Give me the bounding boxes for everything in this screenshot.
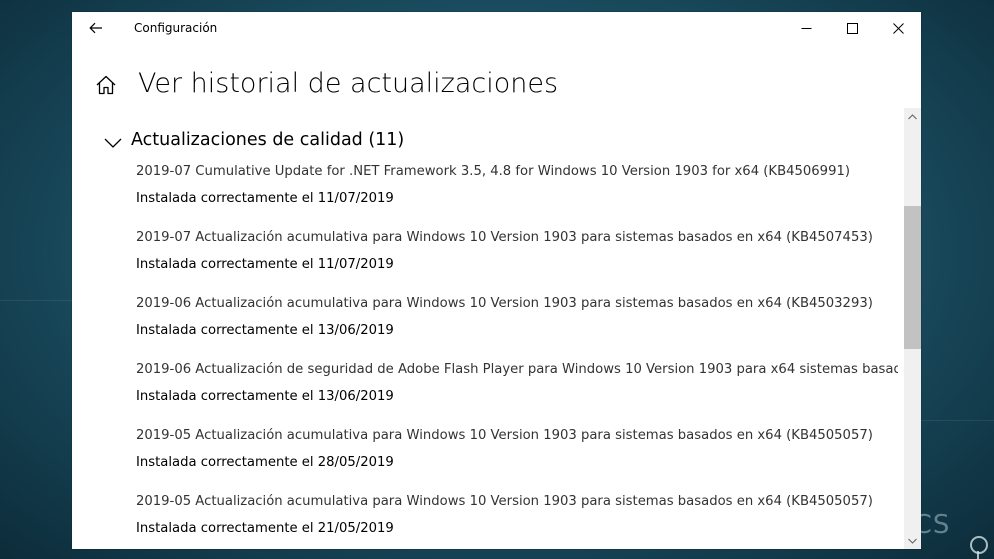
update-status: Instalada correctamente el 21/05/2019: [136, 521, 394, 536]
chevron-down-icon: [908, 538, 917, 544]
update-list: 2019-07 Cumulative Update for .NET Frame…: [136, 164, 898, 549]
close-button[interactable]: [875, 12, 921, 44]
scrollbar-thumb[interactable]: [904, 206, 921, 349]
list-item: 2019-06 Actualización de seguridad de Ad…: [136, 362, 898, 428]
maximize-icon: [846, 22, 858, 34]
minimize-button[interactable]: [783, 12, 829, 44]
back-button[interactable]: [82, 16, 110, 40]
update-status: Instalada correctamente el 13/06/2019: [136, 323, 394, 338]
update-name-link[interactable]: 2019-06 Actualización de seguridad de Ad…: [136, 362, 898, 377]
pin-icon-stem: [977, 551, 979, 559]
pin-icon: [970, 536, 988, 554]
update-name-link[interactable]: 2019-06 Actualización acumulativa para W…: [136, 296, 898, 311]
chevron-down-icon: [104, 138, 122, 148]
chevron-up-icon: [908, 113, 917, 119]
update-status: Instalada correctamente el 11/07/2019: [136, 191, 394, 206]
maximize-button[interactable]: [829, 12, 875, 44]
minimize-icon: [801, 27, 811, 29]
update-name-link[interactable]: 2019-05 Actualización acumulativa para W…: [136, 428, 898, 443]
scroll-up-button[interactable]: [904, 108, 921, 125]
list-item: 2019-07 Actualización acumulativa para W…: [136, 230, 898, 296]
section-title: Actualizaciones de calidad (11): [131, 130, 405, 150]
vertical-scrollbar[interactable]: [904, 108, 921, 549]
settings-window: Configuración Ver historial de actualiza…: [72, 12, 921, 549]
app-title: Configuración: [134, 21, 218, 35]
update-status: Instalada correctamente el 11/07/2019: [136, 257, 394, 272]
update-name-link[interactable]: 2019-07 Actualización acumulativa para W…: [136, 230, 898, 245]
desktop-background-line: [0, 300, 72, 301]
back-arrow-icon: [89, 22, 102, 34]
list-item: 2019-07 Cumulative Update for .NET Frame…: [136, 164, 898, 230]
update-name-link[interactable]: 2019-05 Actualización acumulativa para W…: [136, 494, 898, 509]
update-status: Instalada correctamente el 28/05/2019: [136, 455, 394, 470]
page-title: Ver historial de actualizaciones: [138, 68, 559, 99]
home-icon[interactable]: [95, 74, 117, 96]
list-item: 2019-05 Actualización acumulativa para W…: [136, 494, 898, 549]
update-history-content: Actualizaciones de calidad (11) 2019-07 …: [72, 120, 904, 549]
title-bar: Configuración: [72, 12, 921, 44]
update-name-link[interactable]: 2019-07 Cumulative Update for .NET Frame…: [136, 164, 898, 179]
list-item: 2019-06 Actualización acumulativa para W…: [136, 296, 898, 362]
update-status: Instalada correctamente el 13/06/2019: [136, 389, 394, 404]
desktop-background-line: [921, 420, 994, 421]
close-icon: [892, 22, 904, 34]
page-header: Ver historial de actualizaciones: [72, 64, 902, 108]
scroll-down-button[interactable]: [904, 532, 921, 549]
list-item: 2019-05 Actualización acumulativa para W…: [136, 428, 898, 494]
